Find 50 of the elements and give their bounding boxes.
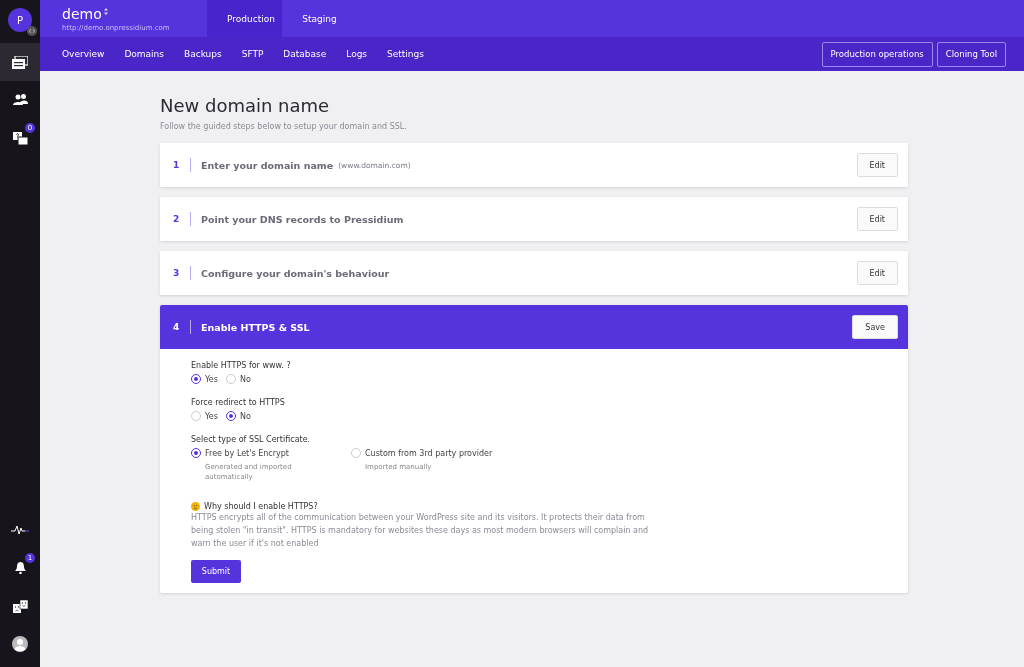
action-button[interactable]: Cloning Tool <box>936 41 1006 67</box>
radio-option[interactable]: Custom from 3rd party provider <box>351 448 511 458</box>
step-title: Point your DNS records to Pressidium <box>201 213 404 225</box>
radio-option[interactable]: Yes <box>191 374 218 384</box>
radio-option[interactable]: Yes <box>191 411 218 421</box>
step-button[interactable]: Save <box>852 315 898 339</box>
question-label: Force redirect to HTTPS <box>191 398 286 407</box>
site-name[interactable]: demo <box>62 6 207 22</box>
radio-option[interactable]: Free by Let's Encrypt <box>191 448 351 458</box>
info-text: HTTPS encrypts all of the communication between your WordPress site and its visitors. It protects their data from being stolen "in transit". HTTPS is mandatory for websites these days as most modern browsers will complain and warn the user if it's not enabled <box>191 512 650 550</box>
step-number: 3 <box>173 268 181 278</box>
step-button[interactable]: Edit <box>856 153 898 177</box>
environment-tab[interactable]: Staging <box>282 0 357 37</box>
step-number: 4 <box>173 322 181 332</box>
nav-link[interactable]: Domains <box>124 49 164 59</box>
step-button[interactable]: Edit <box>856 207 898 231</box>
environment-tab[interactable]: Production <box>207 0 282 37</box>
step-title: Configure your domain's behaviour <box>201 267 390 279</box>
step-title: Enable HTTPS & SSL <box>201 321 310 333</box>
chat-question-icon <box>12 131 28 145</box>
nav-link[interactable]: SFTP <box>241 49 264 59</box>
sidebar-item[interactable] <box>0 43 40 81</box>
nav-link[interactable]: Logs <box>346 49 368 59</box>
page-title: New domain name <box>160 95 331 116</box>
step-button[interactable]: Edit <box>856 261 898 285</box>
stacked-windows-icon <box>12 55 28 69</box>
nav-link[interactable]: Database <box>283 49 327 59</box>
faces-icon <box>12 599 28 613</box>
nav-link[interactable]: Overview <box>62 49 105 59</box>
page-subtitle: Follow the guided steps below to setup your domain and SSL. <box>160 122 408 131</box>
question-label: Select type of SSL Certificate. <box>191 435 312 444</box>
step-title: Enter your domain name <box>201 159 334 171</box>
pulse-icon <box>11 525 29 535</box>
thinking-face-icon <box>191 502 200 511</box>
people-icon <box>12 94 28 106</box>
radio-option[interactable]: No <box>225 411 251 421</box>
user-avatar[interactable]: P <box>8 8 32 32</box>
info-title: Why should I enable HTTPS? <box>204 502 318 511</box>
action-button[interactable]: Production operations <box>821 41 933 67</box>
user-avatar-icon <box>12 636 28 652</box>
dropdown-arrows-icon[interactable] <box>104 8 108 15</box>
step-number: 2 <box>173 214 181 224</box>
radio-option[interactable]: No <box>225 374 251 384</box>
nav-link[interactable]: Settings <box>387 49 424 59</box>
bell-icon <box>14 562 26 574</box>
step-number: 1 <box>173 160 181 170</box>
submit-button[interactable]: Submit <box>191 560 241 583</box>
nav-link[interactable]: Backups <box>184 49 222 59</box>
question-label: Enable HTTPS for www. ? <box>191 361 292 370</box>
code-icon <box>27 26 37 36</box>
